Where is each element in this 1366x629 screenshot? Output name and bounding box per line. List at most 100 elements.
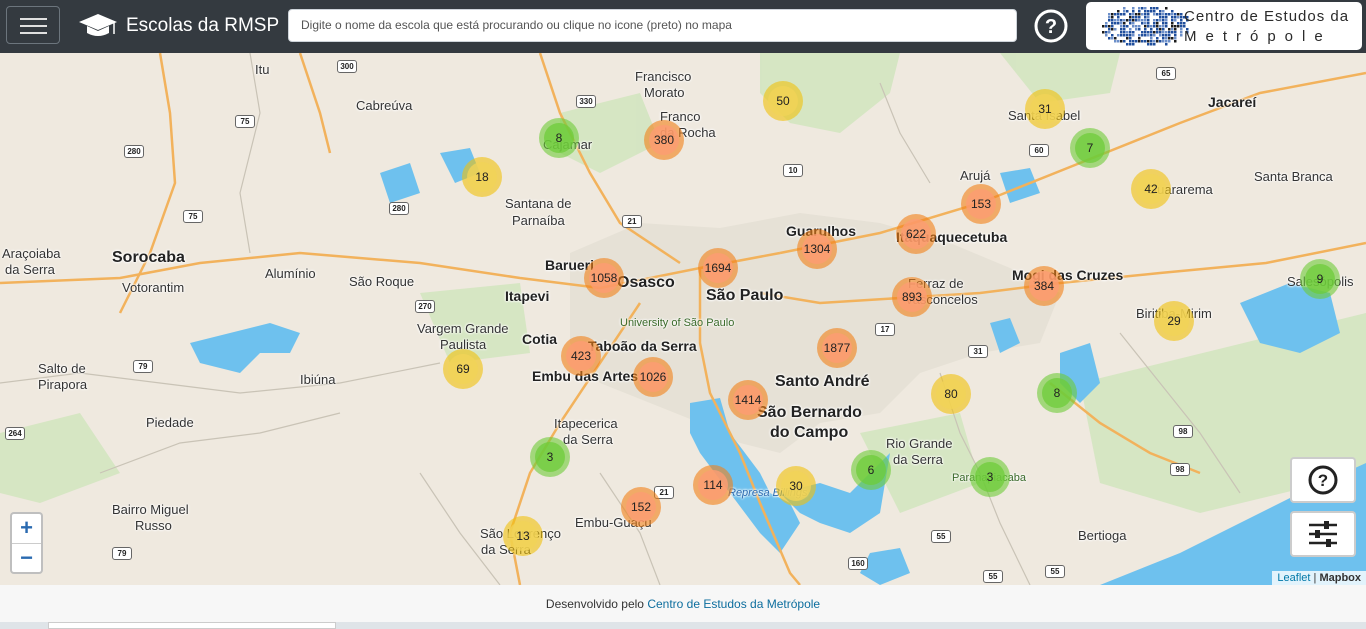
place-label: Sorocaba <box>112 249 185 266</box>
cluster-count: 622 <box>901 219 931 249</box>
cluster-count: 152 <box>626 492 656 522</box>
road-shield: 280 <box>389 202 409 215</box>
help-button[interactable]: ? <box>1033 8 1069 44</box>
cluster-count: 18 <box>467 162 497 192</box>
school-cluster-marker[interactable]: 50 <box>763 81 803 121</box>
place-label: Votorantim <box>122 280 185 295</box>
school-cluster-marker[interactable]: 1694 <box>698 248 738 288</box>
map[interactable]: Itu Cabreúva Francisco Morato Franco da Rocha… <box>0 53 1366 585</box>
road-shield: 270 <box>415 300 435 313</box>
road-shield: 330 <box>576 95 596 108</box>
school-cluster-marker[interactable]: 9 <box>1300 259 1340 299</box>
cluster-count: 1026 <box>638 362 668 392</box>
road-shield: 160 <box>848 557 868 570</box>
footer-text: Desenvolvido pelo <box>545 597 648 611</box>
place-label: Francisco <box>635 69 692 84</box>
zoom-out-button[interactable]: − <box>12 543 41 572</box>
school-cluster-marker[interactable]: 30 <box>776 466 816 506</box>
filter-button[interactable] <box>1290 511 1356 557</box>
place-label: University of São Paulo <box>620 317 735 329</box>
school-cluster-marker[interactable]: 18 <box>462 157 502 197</box>
leaflet-link[interactable]: Leaflet <box>1277 572 1310 584</box>
school-cluster-marker[interactable]: 13 <box>503 516 543 556</box>
road-shield: 79 <box>133 360 153 373</box>
sliders-icon <box>1309 521 1337 547</box>
cluster-count: 42 <box>1136 174 1166 204</box>
cluster-count: 893 <box>897 282 927 312</box>
school-cluster-marker[interactable]: 1304 <box>797 229 837 269</box>
school-cluster-marker[interactable]: 8 <box>1037 373 1077 413</box>
cluster-count: 8 <box>544 123 574 153</box>
place-label: Salto de <box>38 361 86 376</box>
place-label: Araçoiaba <box>2 246 61 261</box>
cluster-count: 31 <box>1030 94 1060 124</box>
place-label: Santo André <box>775 373 870 390</box>
place-label: São Paulo <box>706 287 784 304</box>
zoom-in-button[interactable]: + <box>12 514 41 543</box>
place-label: Parnaíba <box>512 213 565 228</box>
school-cluster-marker[interactable]: 622 <box>896 214 936 254</box>
place-label: Russo <box>135 518 172 533</box>
cluster-count: 1304 <box>802 234 832 264</box>
cem-logo[interactable]: Centro de Estudos da Metrópole <box>1086 2 1362 50</box>
school-cluster-marker[interactable]: 3 <box>970 457 1010 497</box>
school-cluster-marker[interactable]: 7 <box>1070 128 1110 168</box>
school-cluster-marker[interactable]: 31 <box>1025 89 1065 129</box>
school-cluster-marker[interactable]: 380 <box>644 120 684 160</box>
cluster-count: 6 <box>856 455 886 485</box>
road-shield: 55 <box>931 530 951 543</box>
place-label: Jacareí <box>1208 94 1257 110</box>
school-cluster-marker[interactable]: 893 <box>892 277 932 317</box>
school-cluster-marker[interactable]: 152 <box>621 487 661 527</box>
school-cluster-marker[interactable]: 80 <box>931 374 971 414</box>
cluster-count: 8 <box>1042 378 1072 408</box>
place-label: São Roque <box>349 274 415 289</box>
road-shield: 300 <box>337 60 357 73</box>
place-label: Santana de <box>505 196 572 211</box>
place-label: do Campo <box>770 424 849 441</box>
cluster-count: 13 <box>508 521 538 551</box>
school-cluster-marker[interactable]: 69 <box>443 349 483 389</box>
school-cluster-marker[interactable]: 1026 <box>633 357 673 397</box>
school-cluster-marker[interactable]: 3 <box>530 437 570 477</box>
cem-mosaic-logo <box>1102 7 1189 46</box>
map-help-button[interactable]: ? <box>1290 457 1356 503</box>
road-shield: 17 <box>875 323 895 336</box>
school-cluster-marker[interactable]: 29 <box>1154 301 1194 341</box>
school-cluster-marker[interactable]: 423 <box>561 336 601 376</box>
cluster-count: 50 <box>768 86 798 116</box>
school-cluster-marker[interactable]: 1058 <box>584 258 624 298</box>
below-fold-panel <box>0 622 1366 629</box>
cluster-count: 423 <box>566 341 596 371</box>
school-search-input[interactable]: Digite o nome da escola que está procura… <box>288 9 1017 42</box>
school-cluster-marker[interactable]: 384 <box>1024 266 1064 306</box>
footer-cem-link[interactable]: Centro de Estudos da Metrópole <box>647 597 820 611</box>
place-label: Piedade <box>146 415 194 430</box>
place-label: Morato <box>644 85 685 100</box>
road-shield: 79 <box>112 547 132 560</box>
place-label: Cotia <box>522 331 557 347</box>
cluster-count: 69 <box>448 354 478 384</box>
school-cluster-marker[interactable]: 1877 <box>817 328 857 368</box>
zoom-control: + − <box>10 512 43 574</box>
school-cluster-marker[interactable]: 6 <box>851 450 891 490</box>
school-cluster-marker[interactable]: 153 <box>961 184 1001 224</box>
school-cluster-marker[interactable]: 42 <box>1131 169 1171 209</box>
place-label: Itapecerica <box>554 416 618 431</box>
cluster-count: 380 <box>649 125 679 155</box>
school-cluster-marker[interactable]: 1414 <box>728 380 768 420</box>
footer: Desenvolvido pelo Centro de Estudos da M… <box>0 585 1366 622</box>
map-attribution: Leaflet | Mapbox <box>1272 571 1366 585</box>
school-cluster-marker[interactable]: 114 <box>693 465 733 505</box>
place-label: Arujá <box>960 168 991 183</box>
cluster-count: 29 <box>1159 306 1189 336</box>
school-cluster-marker[interactable]: 8 <box>539 118 579 158</box>
place-label: Osasco <box>617 274 675 291</box>
cluster-count: 1058 <box>589 263 619 293</box>
cluster-count: 3 <box>535 442 565 472</box>
menu-toggle-button[interactable] <box>6 6 60 44</box>
brand[interactable]: Escolas da RMSP <box>78 10 279 42</box>
place-label: Santa Branca <box>1254 169 1333 184</box>
cluster-count: 1694 <box>703 253 733 283</box>
place-label: Vargem Grande <box>417 321 509 336</box>
